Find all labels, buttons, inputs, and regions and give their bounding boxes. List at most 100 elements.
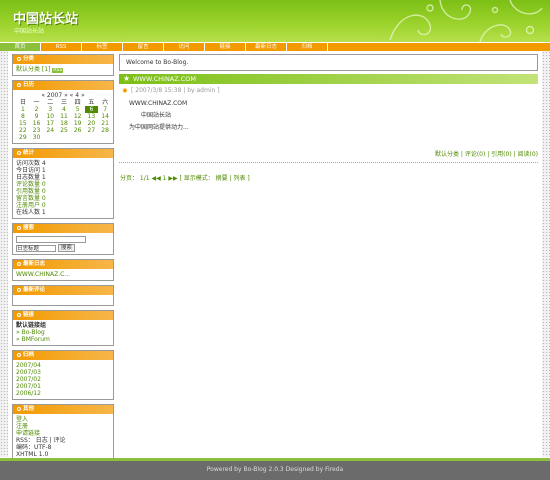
bullet-icon: [17, 312, 21, 317]
misc-title: 其他: [23, 406, 35, 412]
post-title[interactable]: WWW.CHINAZ.COM: [133, 75, 196, 83]
calendar-day: 7: [103, 106, 108, 113]
archive-link[interactable]: 2007/01: [16, 383, 110, 390]
calendar-day: 25: [60, 127, 68, 134]
rss-links[interactable]: RSS： 日志 | 评论: [16, 437, 110, 444]
recent-post-link[interactable]: WWW.CHINAZ.C...: [16, 271, 110, 278]
links-title: 链接: [23, 312, 35, 318]
bullet-icon: [17, 352, 21, 357]
nav-tags[interactable]: 标签: [82, 43, 123, 51]
archives-header: 归档: [13, 351, 113, 360]
star-icon: ★: [123, 74, 131, 83]
calendar-day: 4: [62, 106, 66, 113]
category-default[interactable]: 默认分类 [1]: [16, 66, 50, 73]
calendar-day: 15: [19, 120, 27, 127]
welcome-box: Welcome to Bo-Blog.: [119, 54, 538, 71]
weekday: 二: [47, 99, 54, 106]
calendar-day: 28: [101, 127, 109, 134]
calendar-day-empty: [71, 134, 85, 141]
search-input[interactable]: [16, 236, 86, 243]
categories-box: 分类 默认分类 [1] RSS: [12, 54, 114, 76]
footer-text: Powered by Bo-Blog 2.0.3 Designed by Fir…: [206, 466, 344, 473]
stat-trackbacks[interactable]: 引用数量 0: [16, 188, 110, 195]
post-footer-links[interactable]: 默认分类 | 评论(0) | 引用(0) | 阅读(0): [435, 149, 538, 158]
login-link[interactable]: 登入: [16, 416, 110, 423]
misc-box: 其他 登入 注册 申请链接 RSS： 日志 | 评论 编码：UTF-8 XHTM…: [12, 404, 114, 461]
nav-visits[interactable]: 访问: [164, 43, 205, 51]
stat-comments[interactable]: 评论数量 0: [16, 181, 110, 188]
search-header: 搜索: [13, 224, 113, 233]
bullet-icon: [17, 225, 21, 230]
weekday: 六: [102, 99, 109, 106]
search-box: 搜索 日志标题 搜索: [12, 223, 114, 255]
stat-visits: 访问次数 4: [16, 160, 46, 167]
recent-comments-box: 最新评论: [12, 285, 114, 306]
post-title-bar: ★ WWW.CHINAZ.COM: [119, 74, 538, 84]
calendar-month-nav[interactable]: « 2007 » « 4 »: [16, 92, 110, 99]
categories-title: 分类: [23, 56, 35, 62]
category-rss-tag[interactable]: RSS: [52, 68, 64, 73]
link-bo-blog[interactable]: » Bo-Blog: [16, 329, 110, 336]
pagination[interactable]: 分页： 1/1 ◀◀ 1 ▶▶ [ 显示模式： 摘要 | 列表 ]: [119, 173, 538, 182]
stat-messages[interactable]: 留言数量 0: [16, 195, 110, 202]
post-divider: [119, 162, 538, 163]
stat-users[interactable]: 注册用户 0: [16, 202, 110, 209]
stats-title: 统计: [23, 150, 35, 156]
post-body: WWW.CHINAZ.COM 中国站长站 为中国网站提供动力...: [119, 98, 538, 134]
calendar-day: 27: [87, 127, 96, 134]
calendar-title: 日历: [23, 82, 35, 88]
site-subtitle: 中国站长站: [14, 28, 45, 35]
calendar-day: 2: [34, 106, 39, 113]
site-title[interactable]: 中国站长站: [13, 8, 78, 27]
recent-posts-header: 最新日志: [13, 260, 113, 269]
archive-link[interactable]: 2007/04: [16, 362, 110, 369]
calendar-day: 11: [60, 113, 68, 120]
categories-header: 分类: [13, 55, 113, 64]
calendar-day: 16: [32, 120, 41, 127]
register-link[interactable]: 注册: [16, 423, 110, 430]
search-type-select[interactable]: 日志标题: [16, 244, 56, 252]
calendar-day-empty: [85, 134, 99, 141]
decorative-swirl: [389, 0, 543, 42]
calendar-day: 18: [60, 120, 68, 127]
archive-link[interactable]: 2007/02: [16, 376, 110, 383]
search-title: 搜索: [23, 225, 35, 231]
archive-link[interactable]: 2006/12: [16, 390, 110, 397]
calendar-day-empty: [57, 134, 71, 141]
main-nav: 首页 RSS 标签 留言 访问 链接 最新日志 归档: [0, 42, 550, 51]
calendar-day: 9: [34, 113, 39, 120]
search-button[interactable]: 搜索: [57, 244, 75, 252]
calendar-day: 22: [19, 127, 27, 134]
recent-comments-header: 最新评论: [13, 286, 113, 295]
links-box: 链接 默认链接组 » Bo-Blog » BMForum: [12, 310, 114, 346]
weekday: 一: [33, 99, 40, 106]
bullet-icon: [17, 56, 21, 61]
nav-guestbook[interactable]: 留言: [123, 43, 164, 51]
calendar-day-empty: [43, 134, 57, 141]
link-bmforum[interactable]: » BMForum: [16, 336, 110, 343]
weekday: 日: [19, 99, 26, 106]
stat-today: 今日访问 1: [16, 167, 46, 174]
calendar-box: 日历 « 2007 » « 4 » 日 一 二 三 四 五 六 1 2 3 4: [12, 80, 114, 144]
sun-icon: ✹: [122, 87, 128, 95]
nav-links[interactable]: 链接: [205, 43, 246, 51]
calendar-day-today[interactable]: 6: [84, 106, 99, 113]
calendar-day: 13: [87, 113, 96, 120]
calendar-header: 日历: [13, 81, 113, 90]
archive-link[interactable]: 2007/03: [16, 369, 110, 376]
calendar-day: 17: [46, 120, 55, 127]
nav-archive[interactable]: 归档: [287, 43, 328, 51]
blog-post: ★ WWW.CHINAZ.COM ✹ [ 2007/3/8 15:38 | by…: [119, 74, 538, 158]
calendar-day: 29: [19, 134, 27, 141]
calendar-day: 30: [32, 134, 41, 141]
calendar-day: 8: [20, 113, 25, 120]
main-content: Welcome to Bo-Blog. ★ WWW.CHINAZ.COM ✹ […: [119, 54, 538, 182]
apply-link[interactable]: 申请链接: [16, 430, 110, 437]
misc-header: 其他: [13, 405, 113, 414]
nav-recent[interactable]: 最新日志: [246, 43, 287, 51]
nav-home[interactable]: 首页: [0, 43, 41, 51]
site-footer: Powered by Bo-Blog 2.0.3 Designed by Fir…: [0, 458, 550, 480]
post-body-line: WWW.CHINAZ.COM: [129, 100, 188, 107]
links-header: 链接: [13, 311, 113, 320]
nav-rss[interactable]: RSS: [41, 43, 82, 51]
